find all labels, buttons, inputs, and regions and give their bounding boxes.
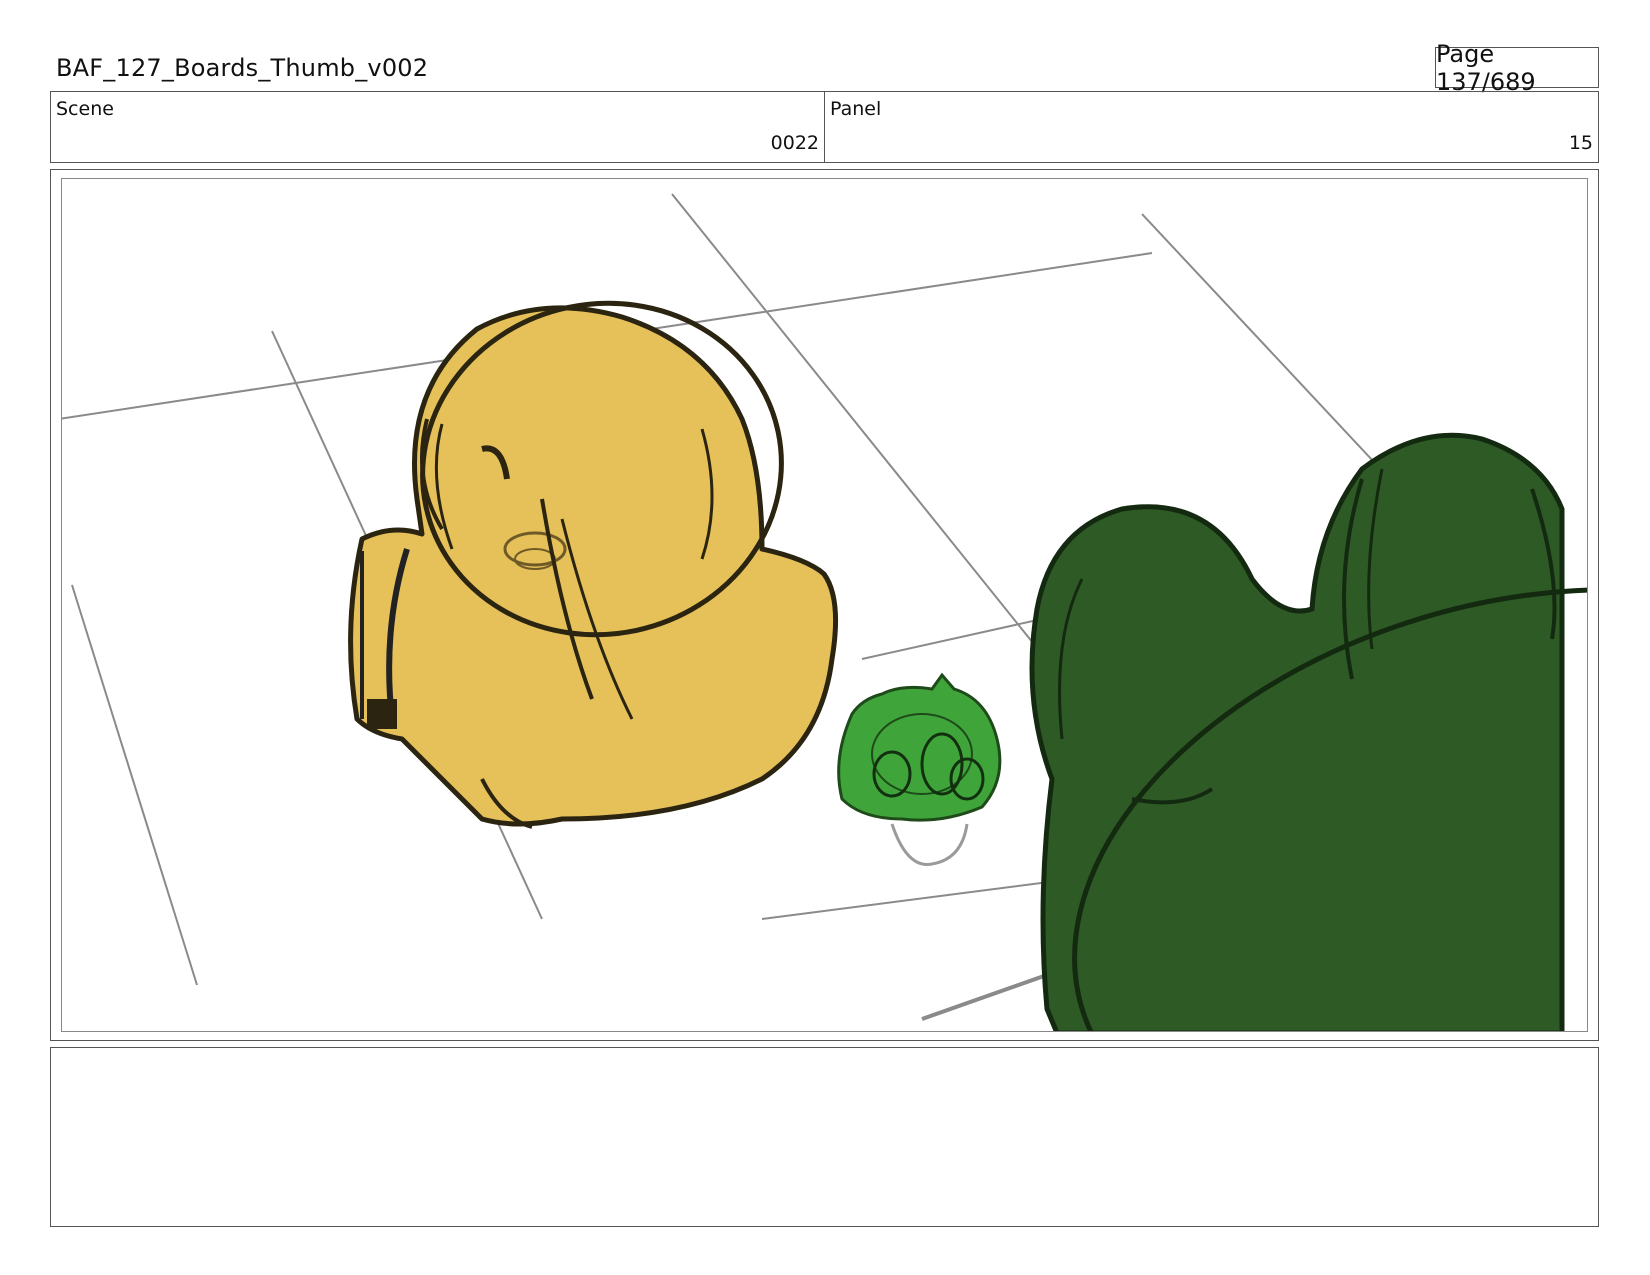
scene-cell: Scene 0022 — [51, 92, 824, 162]
page-counter: Page 137/689 — [1435, 40, 1599, 96]
small-green-character — [837, 672, 1002, 866]
storyboard-drawing — [62, 193, 1587, 1031]
panel-label: Panel — [830, 98, 882, 120]
notes-box — [50, 1047, 1599, 1227]
panel-cell: Panel 15 — [824, 92, 1598, 162]
storyboard-panel — [61, 178, 1588, 1032]
floor-line — [761, 878, 1073, 920]
info-row: Scene 0022 Panel 15 — [50, 91, 1599, 163]
document-title: BAF_127_Boards_Thumb_v002 — [56, 54, 429, 82]
panel-value: 15 — [1568, 132, 1593, 154]
floor-line — [71, 584, 198, 986]
scene-label: Scene — [56, 98, 114, 120]
yellow-character — [348, 300, 839, 829]
storyboard-panel-frame — [50, 169, 1599, 1041]
large-green-character — [1029, 432, 1587, 1031]
scene-value: 0022 — [770, 132, 819, 154]
